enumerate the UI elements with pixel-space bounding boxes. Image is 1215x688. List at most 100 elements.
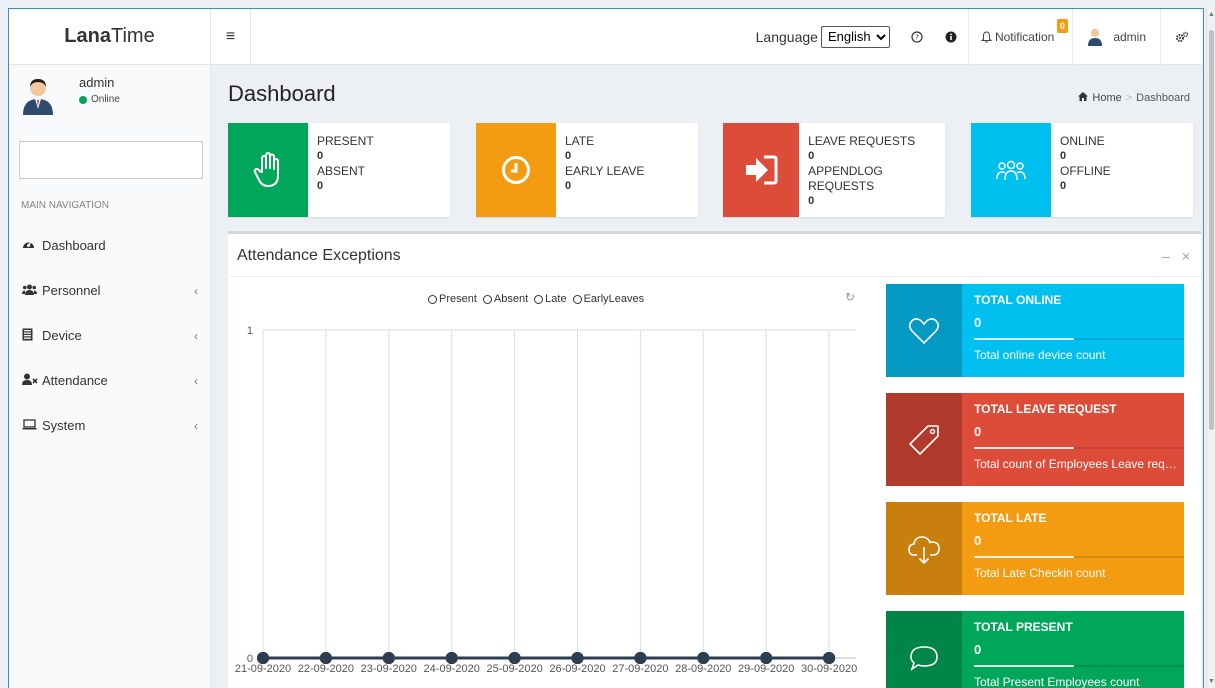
info-box-icon-area <box>971 123 1051 217</box>
brand-logo[interactable]: Lana Time <box>9 9 211 65</box>
chevron-left-icon: ‹ <box>194 418 198 433</box>
question-circle-icon: ? <box>911 30 923 43</box>
data-point[interactable] <box>382 652 395 664</box>
info-box-icon-area <box>476 123 556 217</box>
data-point[interactable] <box>257 652 269 664</box>
stat-progress-bar <box>974 556 1184 558</box>
notification-count-badge: 0 <box>1056 18 1068 33</box>
sidebar-toggle-button[interactable]: ≡ <box>211 9 251 65</box>
language-select[interactable]: English <box>820 25 890 48</box>
cogs-icon <box>1176 31 1189 42</box>
cloud-download-icon <box>908 535 940 564</box>
info-value-offline: 0 <box>1060 180 1067 192</box>
info-value-early-leave: 0 <box>565 180 572 192</box>
x-tick-label: 28-09-2020 <box>675 663 731 675</box>
help-button[interactable]: ? <box>900 9 934 65</box>
svg-text:?: ? <box>915 33 919 41</box>
stat-progress-bar <box>974 447 1184 449</box>
stat-progress-bar <box>974 338 1184 340</box>
stat-description: Total Late Checkin count <box>974 566 1106 580</box>
x-tick-label: 25-09-2020 <box>486 663 542 675</box>
sidebar-item-attendance[interactable]: Attendance ‹ <box>9 358 210 403</box>
info-label-late: LATE <box>565 134 595 148</box>
info-value-absent: 0 <box>317 180 324 192</box>
data-point[interactable] <box>571 652 584 664</box>
scroll-down-arrow-icon[interactable]: ▼ <box>1208 678 1215 685</box>
info-label-absent: ABSENT <box>317 164 366 178</box>
x-tick-label: 23-09-2020 <box>361 663 417 675</box>
scroll-up-arrow-icon[interactable]: ▲ <box>1208 11 1215 18</box>
panel-tools: – × <box>1162 248 1190 264</box>
notification-button[interactable]: Notification 0 <box>967 9 1072 65</box>
info-circle-icon <box>945 31 957 42</box>
user-menu[interactable]: admin <box>1072 9 1160 65</box>
language-label: Language <box>755 28 818 45</box>
hamburger-icon: ≡ <box>225 27 236 45</box>
sidebar-item-label: Device <box>42 328 82 343</box>
stat-icon-area <box>886 502 962 595</box>
stat-value: 0 <box>974 533 982 548</box>
chevron-left-icon: ‹ <box>194 283 198 298</box>
info-box-leave-requests: LEAVE REQUESTS 0 APPENDLOG REQUESTS 0 <box>723 123 945 217</box>
scrollbar-thumb[interactable] <box>1209 30 1214 430</box>
settings-button[interactable] <box>1160 9 1203 65</box>
data-point[interactable] <box>634 652 647 664</box>
breadcrumb-home-link[interactable]: Home <box>1092 92 1121 104</box>
data-point[interactable] <box>697 652 710 664</box>
data-point[interactable] <box>760 652 773 664</box>
stat-description: Total Present Employees count <box>974 675 1140 688</box>
stat-icon-area <box>886 393 962 486</box>
user-status: Online <box>79 94 120 105</box>
y-tick-label: 1 <box>247 325 253 337</box>
info-button[interactable] <box>934 9 968 65</box>
user-avatar-icon <box>1088 28 1103 46</box>
line-chart: 0121-09-2020 22-09-2020 23-09-2020 24-09-20… <box>235 325 857 675</box>
info-label-present: PRESENT <box>317 134 374 148</box>
stat-progress-bar <box>974 665 1184 667</box>
data-point[interactable] <box>445 652 458 664</box>
comment-icon <box>910 645 938 671</box>
info-value-present: 0 <box>317 150 324 162</box>
breadcrumb-current: Dashboard <box>1136 92 1190 104</box>
sidebar-item-dashboard[interactable]: Dashboard <box>9 223 210 268</box>
home-icon <box>1078 92 1089 104</box>
sidebar-item-label: Personnel <box>42 283 101 298</box>
stat-box-total-online: TOTAL ONLINE 0 Total online device count <box>886 284 1184 377</box>
stat-icon-area <box>886 284 962 377</box>
sign-in-icon <box>746 155 778 185</box>
stat-box-total-leave-request: TOTAL LEAVE REQUEST 0 Total count of Emp… <box>886 393 1184 486</box>
page-scrollbar[interactable]: ▲ ▼ <box>1206 8 1215 688</box>
close-icon[interactable]: × <box>1182 248 1190 264</box>
stat-title: TOTAL LATE <box>974 511 1047 525</box>
info-value-leave-requests: 0 <box>808 150 815 162</box>
collapse-icon[interactable]: – <box>1162 248 1170 264</box>
sidebar-item-system[interactable]: System ‹ <box>9 403 210 448</box>
language-switcher: Language English <box>755 25 900 48</box>
x-tick-label: 26-09-2020 <box>549 663 605 675</box>
top-navbar: ≡ Language English ? Notification 0 admi… <box>211 9 1203 65</box>
info-label-online: ONLINE <box>1060 134 1105 148</box>
sidebar-item-device[interactable]: Device ‹ <box>9 313 210 358</box>
data-point[interactable] <box>319 652 332 664</box>
stat-title: TOTAL ONLINE <box>974 293 1062 307</box>
user-panel: admin Online <box>9 65 210 131</box>
stat-value: 0 <box>974 642 982 657</box>
stat-value: 0 <box>974 315 982 330</box>
notification-label: Notification <box>994 29 1055 44</box>
info-label-offline: OFFLINE <box>1060 164 1111 178</box>
stat-description: Total online device count <box>974 348 1106 362</box>
info-value-appendlog-requests: 0 <box>808 195 815 207</box>
brand-light: Time <box>110 25 155 47</box>
heart-icon <box>908 317 940 344</box>
user-avatar-icon <box>23 79 53 115</box>
x-tick-label: 22-09-2020 <box>298 663 354 675</box>
sidebar-item-personnel[interactable]: Personnel ‹ <box>9 268 210 313</box>
sidebar-item-label: Attendance <box>42 373 108 388</box>
data-point[interactable] <box>823 652 836 664</box>
info-value-late: 0 <box>565 150 572 162</box>
sidebar-search-input[interactable] <box>19 141 203 179</box>
breadcrumb: Home > Dashboard <box>1078 92 1190 104</box>
info-box-late: LATE 0 EARLY LEAVE 0 <box>476 123 698 217</box>
data-point[interactable] <box>508 652 521 664</box>
bell-icon <box>980 30 992 43</box>
